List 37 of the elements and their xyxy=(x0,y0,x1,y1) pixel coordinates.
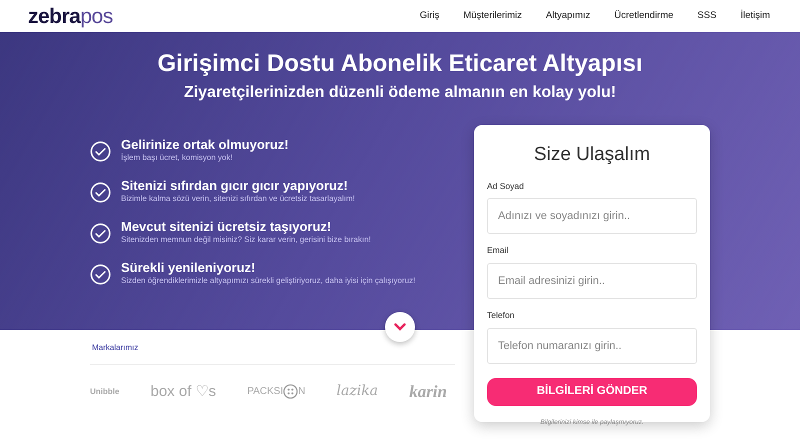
feature-text: Sitenizden memnun değil misiniz? Siz karar verin, gerisini bize bırakın! xyxy=(121,234,371,245)
brand-logo: box of ♡s xyxy=(150,382,216,402)
field-label: Email xyxy=(487,244,510,257)
brand-logo: lazika xyxy=(336,382,378,402)
brands-heading: Markalarımız xyxy=(92,343,138,352)
hero-title: Girişimci Dostu Abonelik Eticaret Altyapısı xyxy=(157,49,642,79)
nav-link[interactable]: İletişim xyxy=(740,8,770,24)
brand-logo: Unibble xyxy=(90,386,120,398)
check-circle-icon xyxy=(90,182,111,203)
check-circle-icon xyxy=(90,264,111,285)
feature-title: Sitenizi sıfırdan gıcır gıcır yapıyoruz! xyxy=(121,178,349,194)
scroll-down-button[interactable] xyxy=(385,312,415,342)
nav-link[interactable]: Ücretlendirme xyxy=(614,8,674,24)
field-label: Ad Soyad xyxy=(487,180,525,192)
logo[interactable]: zebrapos xyxy=(28,6,113,26)
nav-link[interactable]: Giriş xyxy=(420,8,440,24)
input-field[interactable]: Telefon numaranızı girin.. xyxy=(487,328,697,364)
brand-logo: karin xyxy=(409,381,447,403)
submit-button[interactable]: BİLGİLERİ GÖNDER xyxy=(487,378,697,406)
feature-title: Gelirinize ortak olmuyoruz! xyxy=(121,137,289,153)
feature-title: Sürekli yenileniyoruz! xyxy=(121,260,256,276)
nav-link[interactable]: Müşterilerimiz xyxy=(463,8,522,24)
feature-text: İşlem başı ücret, komisyon yok! xyxy=(121,152,234,163)
brand-logo: PACKSI N xyxy=(247,384,306,400)
input-field[interactable]: Email adresinizi girin.. xyxy=(487,263,697,299)
feature-text: Sizden öğrendiklerimizle altyapımızı sürekli geliştiriyoruz, daha iyisi için çalışıyoruz! xyxy=(121,276,416,286)
field-label: Telefon xyxy=(487,309,516,322)
nav-link[interactable]: Altyapımız xyxy=(546,8,590,24)
form-title: Size Ulaşalım xyxy=(532,143,652,167)
hero-subtitle: Ziyaretçilerinizden düzenli ödeme almanın en kolay yolu! xyxy=(184,83,616,103)
feature-text: Bizimle kalma sözü verin, sitenizi sıfırdan ve ücretsiz tasarlayalım! xyxy=(121,194,355,204)
feature-title: Mevcut sitenizi ücretsiz taşıyoruz! xyxy=(121,218,332,235)
chevron-down-icon xyxy=(394,323,406,331)
check-circle-icon xyxy=(90,222,111,244)
input-field[interactable]: Adınızı ve soyadınızı girin.. xyxy=(487,198,697,234)
check-circle-icon xyxy=(90,141,111,162)
nav-link[interactable]: SSS xyxy=(697,8,716,24)
